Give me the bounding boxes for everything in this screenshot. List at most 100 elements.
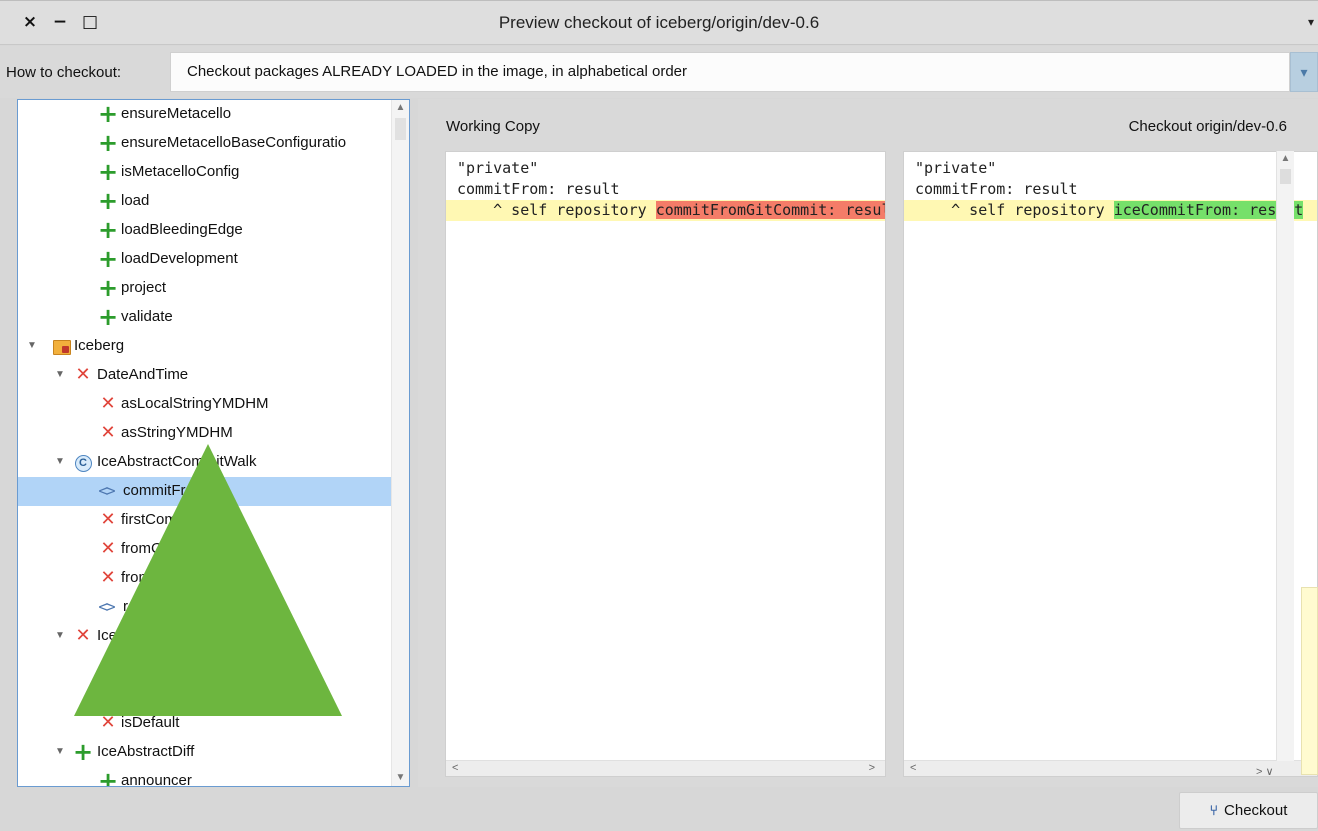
diff-minimap[interactable] <box>1301 587 1318 775</box>
window-menu-icon[interactable]: ▾ <box>1308 15 1314 29</box>
tree-row-label: isDefault <box>121 714 180 731</box>
tree-row-label: IceAbstractCommitWalk <box>97 453 257 470</box>
scroll-left-icon[interactable]: < <box>452 762 458 774</box>
x-icon: ✕ <box>100 567 116 588</box>
tree-row[interactable]: ✕ isDefault <box>18 709 392 738</box>
working-copy-code: "private" commitFrom: result ^ self repos… <box>446 158 885 221</box>
dropdown-arrow-icon[interactable]: ▾ <box>1290 52 1318 92</box>
tree-row[interactable]: ▼ ✕ DateAndTime <box>18 361 392 390</box>
package-folder-icon <box>53 340 71 355</box>
tree-row[interactable]: + validate <box>18 303 392 332</box>
method-modified-icon: <> <box>98 481 115 500</box>
tree-row-label: DateAndTime <box>97 366 189 383</box>
expand-toggle-icon[interactable]: ▼ <box>54 369 66 380</box>
x-icon: ✕ <box>100 509 116 530</box>
code-line: "private" <box>915 159 997 177</box>
package-icon <box>52 336 72 356</box>
title-bar: × − □ Preview checkout of iceberg/origin… <box>0 1 1318 45</box>
scroll-up-icon[interactable]: ▲ <box>392 100 409 116</box>
tree-row[interactable]: ▼ + IceAbstractDiff <box>18 738 392 767</box>
tree-row[interactable]: <> repository <box>18 593 392 622</box>
x-icon: ✕ <box>100 712 116 733</box>
tree-row[interactable]: + project <box>18 274 392 303</box>
plus-icon: + <box>97 303 119 331</box>
plus-icon: + <box>97 216 119 244</box>
tree-row-label: load <box>121 192 150 209</box>
x-icon: ✕ <box>100 422 116 443</box>
x-icon: ✕ <box>75 625 91 646</box>
tree-row[interactable]: ▼ C IceAbstractCommitWalk <box>18 448 392 477</box>
tree-row[interactable]: + load <box>18 187 392 216</box>
tree-rows: + ensureMetacello + ensureMetacelloBaseConf… <box>18 100 392 787</box>
working-copy-code-pane[interactable]: "private" commitFrom: result ^ self repos… <box>445 151 886 777</box>
expand-toggle-icon[interactable]: ▼ <box>54 630 66 641</box>
code-line: ^ self repository iceCommitFrom: result <box>904 200 1317 221</box>
diff-highlight: commitFromGitCommit: result <box>655 201 885 219</box>
window-title: Preview checkout of iceberg/origin/dev-0… <box>498 13 820 32</box>
tree-row[interactable]: + ensureMetacelloBaseConfiguratio <box>18 129 392 158</box>
code-text: ^ self repository <box>915 201 1114 219</box>
expand-toggle-icon[interactable]: ▼ <box>54 456 66 467</box>
code-line: ^ self repository commitFromGitCommit: r… <box>446 200 885 221</box>
scroll-left-icon[interactable]: < <box>910 762 916 774</box>
tree-row[interactable]: ▼ ✕ IceAbstractCredentials <box>18 622 392 651</box>
expand-toggle-icon[interactable]: ▼ <box>26 340 38 351</box>
tree-row[interactable]: ✕ fromCommit: <box>18 535 392 564</box>
tree-row[interactable]: + ensureMetacello <box>18 100 392 129</box>
plus-icon: + <box>97 187 119 215</box>
scroll-thumb[interactable] <box>1280 169 1291 184</box>
scroll-up-icon[interactable]: ▲ <box>1277 151 1294 167</box>
changes-tree[interactable]: + ensureMetacello + ensureMetacelloBaseConf… <box>17 99 410 787</box>
tree-row[interactable] <box>18 651 392 680</box>
left-horizontal-scrollbar[interactable]: < > <box>446 760 885 776</box>
class-icon: C <box>73 452 93 472</box>
right-vertical-scrollbar[interactable]: ▲ <box>1276 151 1294 761</box>
method-modified-icon: <> <box>98 597 115 616</box>
expand-toggle-icon[interactable]: ▼ <box>54 746 66 757</box>
tree-row-label: asLocalStringYMDHM <box>121 395 269 412</box>
tree-row[interactable]: + loadBleedingEdge <box>18 216 392 245</box>
tree-row[interactable]: ✕ fromCommits: <box>18 564 392 593</box>
tree-row[interactable]: + loadDevelopment <box>18 245 392 274</box>
scroll-right-down-icons[interactable]: > ∨ <box>1256 765 1296 781</box>
plus-icon: + <box>97 274 119 302</box>
how-to-checkout-dropdown[interactable]: Checkout packages ALREADY LOADED in the … <box>170 52 1290 92</box>
tree-row[interactable]: ✕ asStringYMDHM <box>18 419 392 448</box>
tree-row[interactable]: ▼ Iceberg <box>18 332 392 361</box>
scroll-down-icon[interactable]: ▼ <box>392 770 409 786</box>
tree-row[interactable]: ✕ asLocalStringYMDHM <box>18 390 392 419</box>
checkout-button-label: Checkout <box>1224 802 1288 819</box>
plus-icon: + <box>97 158 119 186</box>
tree-row-label: IceAbstractDiff <box>97 743 195 760</box>
tree-row[interactable]: ✕ firstCommit <box>18 506 392 535</box>
plus-icon: + <box>97 767 119 787</box>
scroll-thumb[interactable] <box>395 118 406 140</box>
code-line: "private" <box>457 159 539 177</box>
tree-row-label: isMetacelloConfig <box>121 163 240 180</box>
tree-row-label: validate <box>121 308 173 325</box>
scroll-right-icon[interactable]: > <box>869 762 875 774</box>
working-copy-title: Working Copy <box>446 118 540 135</box>
code-line: commitFrom: result <box>915 180 1078 198</box>
code-line: commitFrom: result <box>457 180 620 198</box>
tree-row[interactable]: + isMetacelloConfig <box>18 158 392 187</box>
tree-row-label: Iceberg <box>74 337 125 354</box>
tree-row[interactable] <box>18 680 392 709</box>
tree-row[interactable]: <> commitFrom: <box>18 477 392 506</box>
tree-row-label: asStringYMDHM <box>121 424 233 441</box>
tree-row-label: loadBleedingEdge <box>121 221 243 238</box>
tree-row-label: announcer <box>121 772 192 787</box>
tree-row-label: ensureMetacello <box>121 105 232 122</box>
tree-vertical-scrollbar[interactable]: ▲ ▼ <box>391 100 409 786</box>
tree-row-label: repository <box>123 598 189 615</box>
x-icon: ✕ <box>100 538 116 559</box>
tree-row-label: fromCommits: <box>121 569 215 586</box>
checkout-code-pane[interactable]: "private" commitFrom: result ^ self repos… <box>903 151 1318 777</box>
diff-area: Working Copy Checkout origin/dev-0.6 "pr… <box>418 99 1318 787</box>
tree-row[interactable]: + announcer <box>18 767 392 787</box>
code-text: ^ self repository <box>457 201 656 219</box>
tree-row-label: IceAbstractCredentials <box>97 627 248 644</box>
plus-icon: + <box>97 129 119 157</box>
checkout-button[interactable]: ⑂ Checkout <box>1179 792 1318 829</box>
tree-row-label: loadDevelopment <box>121 250 238 267</box>
